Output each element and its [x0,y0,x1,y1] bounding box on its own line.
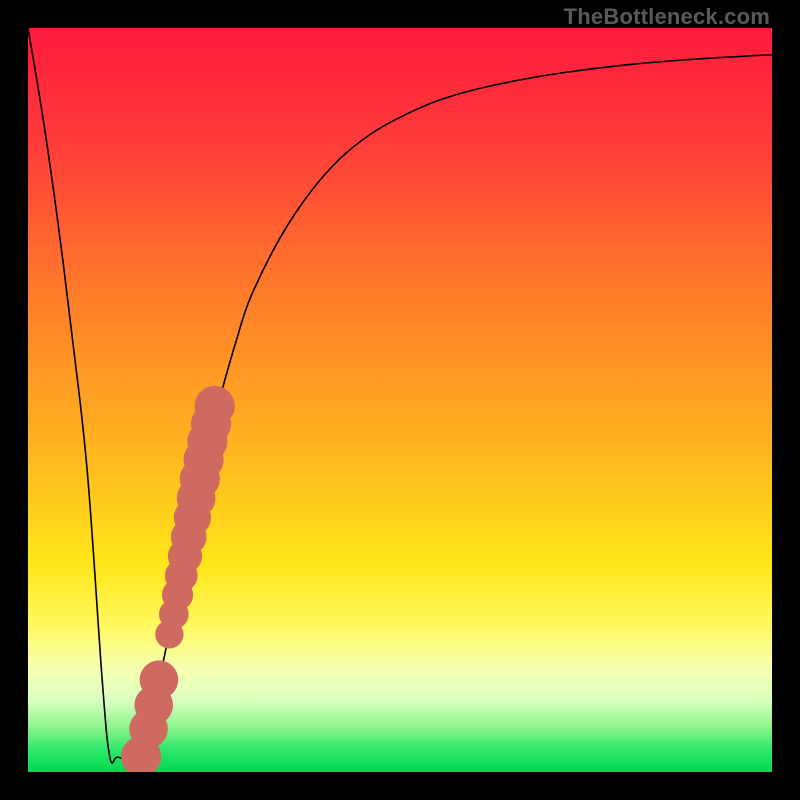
outer-frame: TheBottleneck.com [0,0,800,800]
plot-area [28,28,772,772]
chart-svg [28,28,772,772]
marker-cluster [195,386,235,426]
watermark-text: TheBottleneck.com [564,4,770,30]
gradient-background [28,28,772,772]
